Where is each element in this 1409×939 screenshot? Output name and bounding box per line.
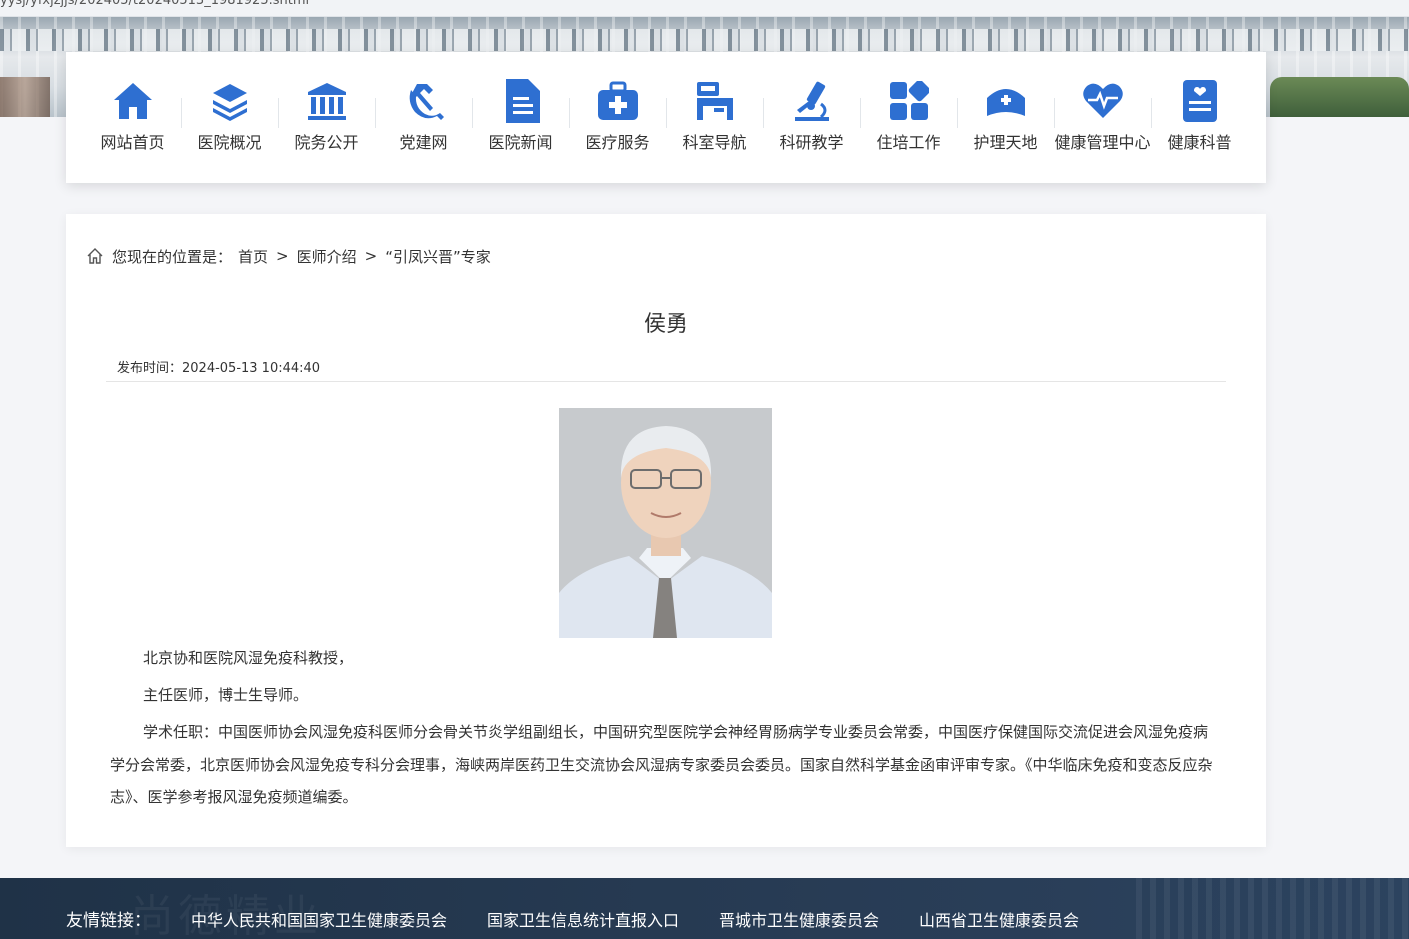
heart-pulse-icon (1082, 78, 1124, 124)
article-paragraph: 北京协和医院风湿免疫科教授， (143, 649, 354, 667)
footer: 尚德精业 友情链接： 中华人民共和国国家卫生健康委员会 国家卫生信息统计直报入口… (0, 878, 1409, 939)
friend-link[interactable]: 中华人民共和国国家卫生健康委员会 (191, 907, 447, 931)
friend-link[interactable]: 国家卫生信息统计直报入口 (487, 907, 679, 931)
nav-item-hospital-news[interactable]: 医院新闻 (472, 52, 569, 183)
article-paragraph: 学术任职：中国医师协会风湿免疫科医师分会骨关节炎学组副组长，中国研究型医院学会神… (110, 723, 1213, 806)
banner-building-pattern (0, 29, 1409, 51)
grid-icon (888, 78, 930, 124)
title-divider (106, 381, 1226, 382)
nav-label: 健康科普 (1167, 133, 1232, 152)
home-outline-icon (87, 248, 103, 264)
breadcrumb-doctors-link[interactable]: 医师介绍 (297, 246, 357, 267)
publish-time: 发布时间：2024-05-13 10:44:40 (117, 361, 321, 376)
nurse-cap-icon (985, 78, 1027, 124)
document-icon (500, 78, 542, 124)
nav-item-research-teaching[interactable]: 科研教学 (763, 52, 860, 183)
nav-item-medical-service[interactable]: 医疗服务 (569, 52, 666, 183)
breadcrumb-separator: > (364, 247, 378, 265)
nav-label: 科室导航 (682, 133, 747, 152)
article-title: 侯勇 (643, 312, 688, 337)
url-text: yysj/yfxjzjjs/202405/t20240513_1981925.s… (0, 0, 310, 8)
friend-link[interactable]: 山西省卫生健康委员会 (919, 907, 1079, 931)
layers-icon (209, 78, 251, 124)
main-nav: 网站首页 医院概况 院务公开 党建网 医院新闻 医疗服务 科室导航 科研教学 住… (66, 52, 1266, 183)
nav-label: 医院概况 (197, 133, 262, 152)
home-icon (112, 78, 154, 124)
nav-label: 科研教学 (779, 133, 844, 152)
nav-label: 党建网 (399, 133, 448, 152)
article-card: 您现在的位置是： 首页 > 医师介绍 > “引凤兴晋”专家 侯勇 发布时间：20… (66, 214, 1266, 847)
nav-label: 护理天地 (973, 133, 1038, 152)
clipboard-icon (1179, 78, 1221, 124)
nav-label: 医疗服务 (585, 133, 650, 152)
breadcrumb-home-link[interactable]: 首页 (238, 246, 268, 267)
friend-link[interactable]: 晋城市卫生健康委员会 (719, 907, 879, 931)
banner-people-image (0, 77, 50, 117)
nav-item-home[interactable]: 网站首页 (84, 52, 181, 183)
nav-item-department-guide[interactable]: 科室导航 (666, 52, 763, 183)
medical-kit-icon (597, 78, 639, 124)
breadcrumb-separator: > (276, 247, 289, 265)
article-paragraph: 主任医师，博士生导师。 (143, 686, 309, 704)
nav-item-health-education[interactable]: 健康科普 (1151, 52, 1248, 183)
friend-links-heading: 友情链接： (66, 911, 151, 931)
browser-url-bar[interactable]: yysj/yfxjzjjs/202405/t20240513_1981925.s… (0, 0, 1409, 17)
doctor-photo (559, 408, 772, 638)
nav-item-health-center[interactable]: 健康管理中心 (1054, 52, 1151, 183)
nav-item-hospital-overview[interactable]: 医院概况 (181, 52, 278, 183)
nav-item-party-building[interactable]: 党建网 (375, 52, 472, 183)
hospital-bed-icon (694, 78, 736, 124)
nav-label: 健康管理中心 (1054, 133, 1151, 152)
microscope-icon (791, 78, 833, 124)
breadcrumb: 您现在的位置是： 首页 > 医师介绍 > “引凤兴晋”专家 (86, 245, 491, 267)
banner-tree-image (1270, 77, 1409, 117)
nav-label: 住培工作 (876, 133, 941, 152)
breadcrumb-prefix: 您现在的位置是： (112, 247, 233, 266)
breadcrumb-experts-link[interactable]: “引凤兴晋”专家 (385, 246, 491, 267)
nav-item-nursing[interactable]: 护理天地 (957, 52, 1054, 183)
party-emblem-icon (403, 78, 445, 124)
nav-label: 院务公开 (294, 133, 359, 152)
friend-links: 友情链接： 中华人民共和国国家卫生健康委员会 国家卫生信息统计直报入口 晋城市卫… (66, 906, 1119, 932)
building-icon (306, 78, 348, 124)
nav-item-residency-training[interactable]: 住培工作 (860, 52, 957, 183)
nav-label: 医院新闻 (488, 133, 553, 152)
footer-building-pattern (1136, 878, 1409, 939)
nav-label: 网站首页 (100, 133, 165, 152)
nav-item-affairs-public[interactable]: 院务公开 (278, 52, 375, 183)
